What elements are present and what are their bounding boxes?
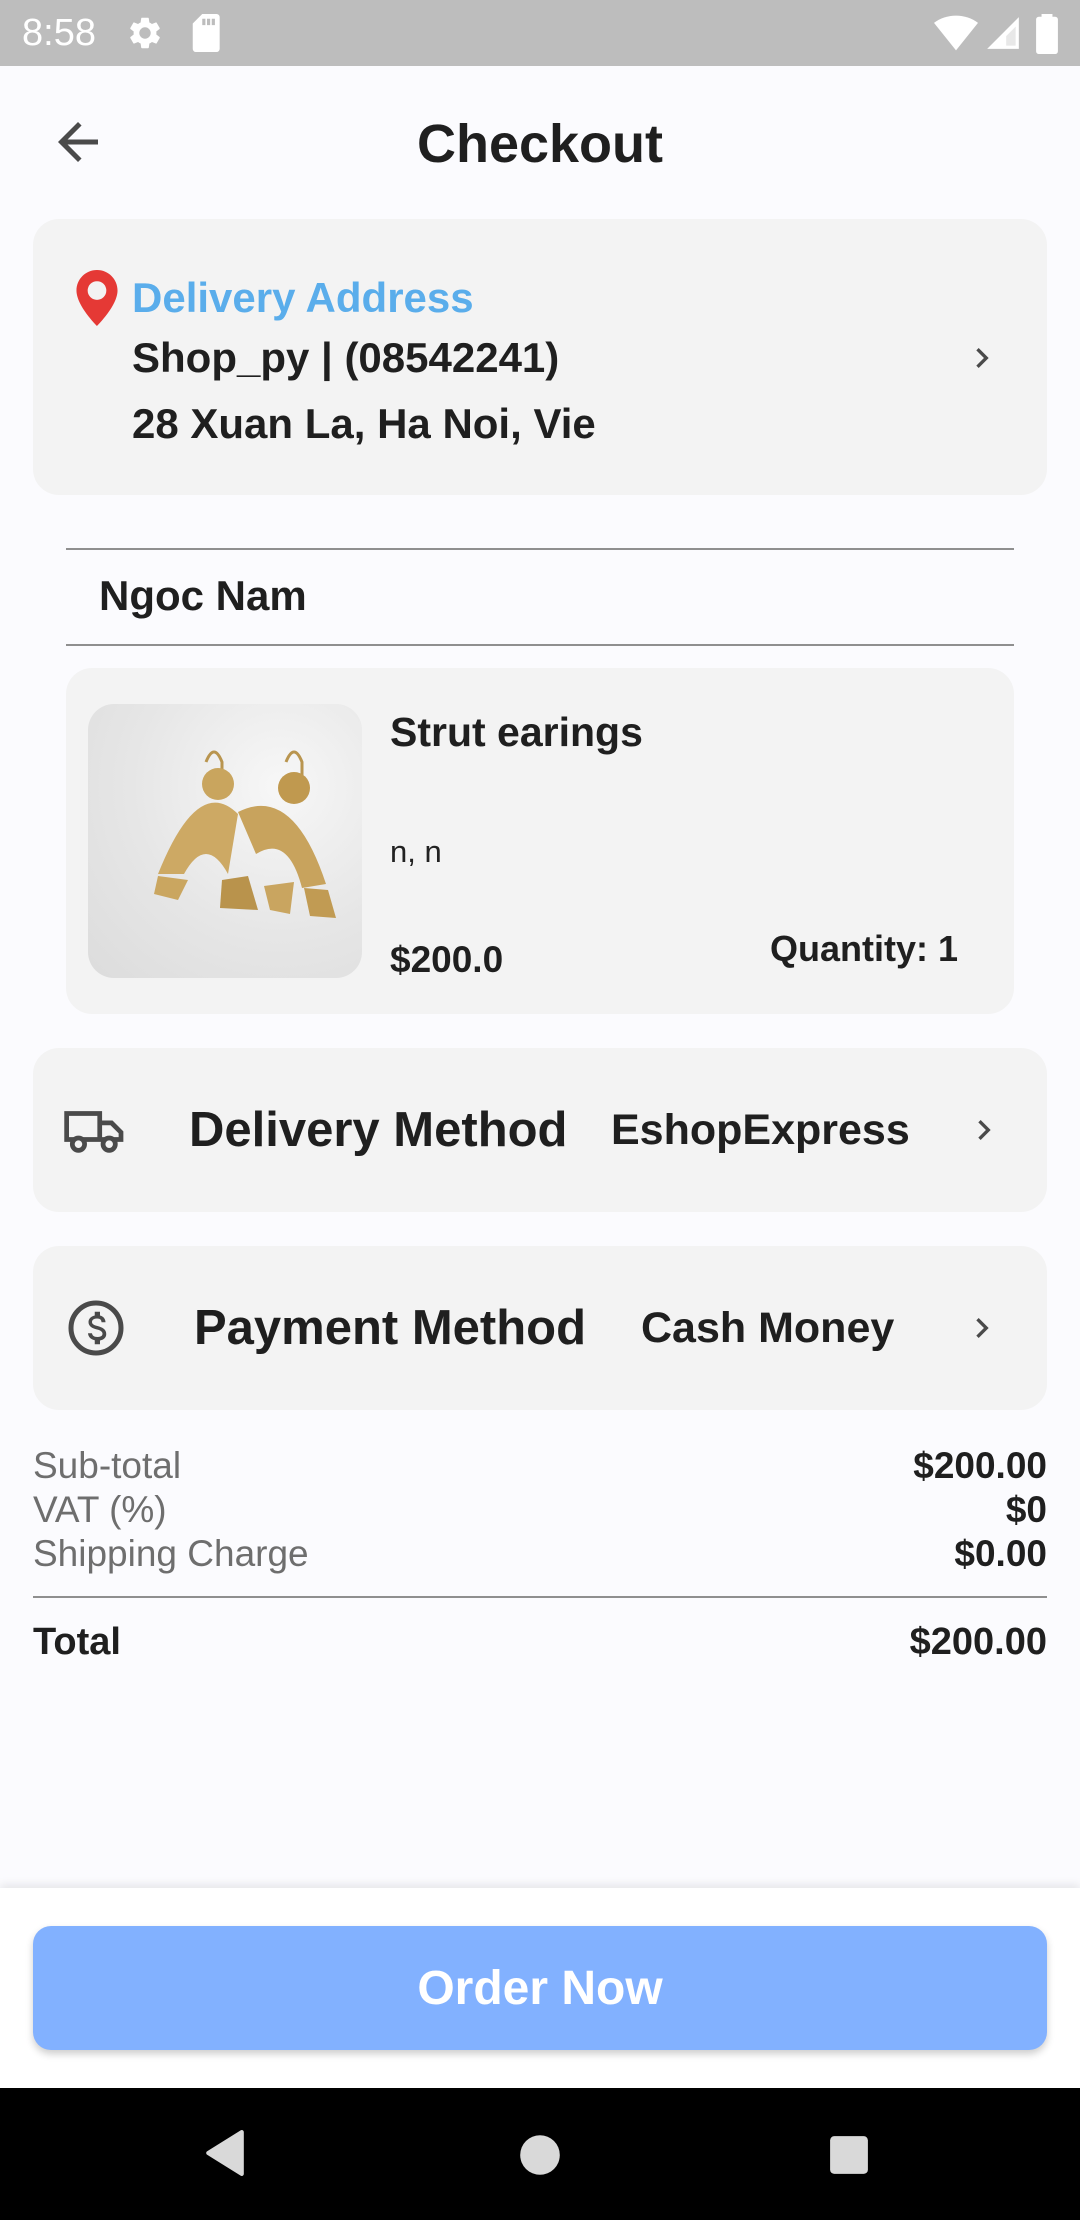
delivery-method-title: Delivery Method xyxy=(189,1103,568,1157)
page-title: Checkout xyxy=(416,114,664,174)
dollar-circle-icon xyxy=(68,1300,124,1356)
total-label: Total xyxy=(33,1621,121,1663)
subtotal-label: Sub-total xyxy=(33,1445,182,1486)
nav-back-icon[interactable] xyxy=(204,2130,246,2176)
chevron-right-icon xyxy=(976,1318,989,1338)
shipping-label: Shipping Charge xyxy=(33,1533,309,1574)
payment-method-value: Cash Money xyxy=(641,1304,895,1352)
divider xyxy=(66,644,1014,646)
sd-card-icon xyxy=(192,14,220,52)
product-image xyxy=(88,704,362,978)
nav-home-icon[interactable] xyxy=(518,2133,562,2177)
status-time: 8:58 xyxy=(22,12,96,54)
battery-icon xyxy=(1036,14,1058,54)
item-quantity: Quantity: 1 xyxy=(769,928,958,969)
delivery-address-label: Delivery Address xyxy=(132,274,474,321)
settings-icon xyxy=(130,17,160,49)
location-pin-icon xyxy=(76,270,118,326)
item-variant: n, n xyxy=(390,834,442,869)
chevron-right-icon xyxy=(978,1120,991,1140)
shipping-value: $0.00 xyxy=(954,1533,1047,1574)
shop-name: Ngoc Nam xyxy=(99,572,307,619)
total-value: $200.00 xyxy=(909,1621,1047,1663)
item-price: $200.0 xyxy=(390,939,504,980)
chevron-right-icon xyxy=(976,348,989,368)
truck-icon xyxy=(64,1111,124,1153)
divider xyxy=(66,548,1014,550)
signal-icon xyxy=(987,17,1019,49)
payment-method-title: Payment Method xyxy=(194,1301,587,1355)
vat-label: VAT (%) xyxy=(33,1489,167,1530)
delivery-method-value: EshopExpress xyxy=(611,1106,910,1154)
vat-value: $0 xyxy=(1005,1489,1047,1530)
wifi-icon xyxy=(934,15,978,51)
order-now-button[interactable]: Order Now xyxy=(33,1926,1047,2050)
subtotal-value: $200.00 xyxy=(913,1445,1047,1486)
address-street: 28 Xuan La, Ha Noi, Vie xyxy=(132,400,596,447)
address-name-phone: Shop_py | (08542241) xyxy=(132,334,560,381)
nav-recents-icon[interactable] xyxy=(828,2134,870,2176)
divider xyxy=(33,1596,1047,1598)
item-name: Strut earings xyxy=(390,709,643,755)
